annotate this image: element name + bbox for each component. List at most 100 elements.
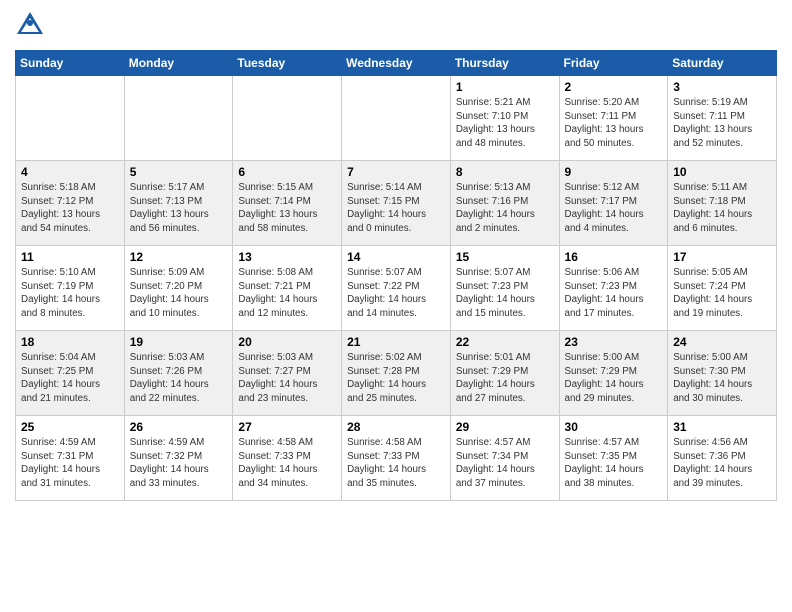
day-info: Sunrise: 4:57 AM Sunset: 7:35 PM Dayligh… xyxy=(565,436,663,491)
weekday-header-monday: Monday xyxy=(124,51,233,76)
calendar-day-4: 4Sunrise: 5:18 AM Sunset: 7:12 PM Daylig… xyxy=(16,161,125,246)
day-info: Sunrise: 5:14 AM Sunset: 7:15 PM Dayligh… xyxy=(347,181,445,236)
day-info: Sunrise: 5:17 AM Sunset: 7:13 PM Dayligh… xyxy=(130,181,228,236)
calendar-day-23: 23 Sunrise: 5:00 AM Sunset: 7:29 PM Dayli… xyxy=(559,331,668,416)
calendar-empty-cell xyxy=(233,76,342,161)
calendar-day-27: 27 Sunrise: 4:58 AM Sunset: 7:33 PM Dayli… xyxy=(233,416,342,501)
day-number: 21 xyxy=(347,335,445,349)
calendar-day-21: 21 Sunrise: 5:02 AM Sunset: 7:28 PM Dayli… xyxy=(342,331,451,416)
day-number: 19 xyxy=(130,335,228,349)
day-number: 15 xyxy=(456,250,554,264)
day-number: 12 xyxy=(130,250,228,264)
day-number: 17 xyxy=(673,250,771,264)
day-number: 9 xyxy=(565,165,663,179)
day-number: 22 xyxy=(456,335,554,349)
day-info: Sunrise: 4:59 AM Sunset: 7:32 PM Dayligh… xyxy=(130,436,228,491)
weekday-header-saturday: Saturday xyxy=(668,51,777,76)
day-number: 2 xyxy=(565,80,663,94)
calendar-table: SundayMondayTuesdayWednesdayThursdayFrid… xyxy=(15,50,777,501)
day-number: 14 xyxy=(347,250,445,264)
day-info: Sunrise: 5:01 AM Sunset: 7:29 PM Dayligh… xyxy=(456,351,554,406)
day-info: Sunrise: 5:10 AM Sunset: 7:19 PM Dayligh… xyxy=(21,266,119,321)
day-number: 18 xyxy=(21,335,119,349)
day-info: Sunrise: 5:07 AM Sunset: 7:22 PM Dayligh… xyxy=(347,266,445,321)
day-number: 8 xyxy=(456,165,554,179)
weekday-header-wednesday: Wednesday xyxy=(342,51,451,76)
day-number: 27 xyxy=(238,420,336,434)
calendar-day-17: 17 Sunrise: 5:05 AM Sunset: 7:24 PM Dayli… xyxy=(668,246,777,331)
day-info: Sunrise: 5:13 AM Sunset: 7:16 PM Dayligh… xyxy=(456,181,554,236)
calendar-day-30: 30 Sunrise: 4:57 AM Sunset: 7:35 PM Dayli… xyxy=(559,416,668,501)
day-info: Sunrise: 5:18 AM Sunset: 7:12 PM Dayligh… xyxy=(21,181,119,236)
calendar-day-28: 28 Sunrise: 4:58 AM Sunset: 7:33 PM Dayli… xyxy=(342,416,451,501)
day-info: Sunrise: 4:58 AM Sunset: 7:33 PM Dayligh… xyxy=(347,436,445,491)
day-info: Sunrise: 4:58 AM Sunset: 7:33 PM Dayligh… xyxy=(238,436,336,491)
day-number: 31 xyxy=(673,420,771,434)
day-info: Sunrise: 5:00 AM Sunset: 7:30 PM Dayligh… xyxy=(673,351,771,406)
day-info: Sunrise: 5:08 AM Sunset: 7:21 PM Dayligh… xyxy=(238,266,336,321)
day-info: Sunrise: 5:02 AM Sunset: 7:28 PM Dayligh… xyxy=(347,351,445,406)
day-info: Sunrise: 5:20 AM Sunset: 7:11 PM Dayligh… xyxy=(565,96,663,151)
calendar-day-20: 20 Sunrise: 5:03 AM Sunset: 7:27 PM Dayli… xyxy=(233,331,342,416)
weekday-header-friday: Friday xyxy=(559,51,668,76)
calendar-day-31: 31 Sunrise: 4:56 AM Sunset: 7:36 PM Dayli… xyxy=(668,416,777,501)
calendar-day-22: 22 Sunrise: 5:01 AM Sunset: 7:29 PM Dayli… xyxy=(450,331,559,416)
day-info: Sunrise: 5:03 AM Sunset: 7:26 PM Dayligh… xyxy=(130,351,228,406)
day-info: Sunrise: 5:21 AM Sunset: 7:10 PM Dayligh… xyxy=(456,96,554,151)
calendar-day-15: 15 Sunrise: 5:07 AM Sunset: 7:23 PM Dayli… xyxy=(450,246,559,331)
calendar-day-9: 9 Sunrise: 5:12 AM Sunset: 7:17 PM Daylig… xyxy=(559,161,668,246)
day-info: Sunrise: 5:07 AM Sunset: 7:23 PM Dayligh… xyxy=(456,266,554,321)
day-number: 24 xyxy=(673,335,771,349)
day-info: Sunrise: 4:57 AM Sunset: 7:34 PM Dayligh… xyxy=(456,436,554,491)
day-info: Sunrise: 5:03 AM Sunset: 7:27 PM Dayligh… xyxy=(238,351,336,406)
day-info: Sunrise: 4:56 AM Sunset: 7:36 PM Dayligh… xyxy=(673,436,771,491)
calendar-week-row: 4Sunrise: 5:18 AM Sunset: 7:12 PM Daylig… xyxy=(16,161,777,246)
weekday-header-thursday: Thursday xyxy=(450,51,559,76)
day-number: 10 xyxy=(673,165,771,179)
calendar-day-11: 11 Sunrise: 5:10 AM Sunset: 7:19 PM Dayli… xyxy=(16,246,125,331)
calendar-day-29: 29 Sunrise: 4:57 AM Sunset: 7:34 PM Dayli… xyxy=(450,416,559,501)
calendar-day-16: 16 Sunrise: 5:06 AM Sunset: 7:23 PM Dayli… xyxy=(559,246,668,331)
day-info: Sunrise: 5:19 AM Sunset: 7:11 PM Dayligh… xyxy=(673,96,771,151)
calendar-day-24: 24 Sunrise: 5:00 AM Sunset: 7:30 PM Dayli… xyxy=(668,331,777,416)
day-info: Sunrise: 5:05 AM Sunset: 7:24 PM Dayligh… xyxy=(673,266,771,321)
calendar-day-14: 14 Sunrise: 5:07 AM Sunset: 7:22 PM Dayli… xyxy=(342,246,451,331)
day-info: Sunrise: 5:12 AM Sunset: 7:17 PM Dayligh… xyxy=(565,181,663,236)
day-number: 20 xyxy=(238,335,336,349)
logo xyxy=(15,10,49,40)
day-number: 28 xyxy=(347,420,445,434)
calendar-day-8: 8 Sunrise: 5:13 AM Sunset: 7:16 PM Daylig… xyxy=(450,161,559,246)
calendar-day-25: 25Sunrise: 4:59 AM Sunset: 7:31 PM Dayli… xyxy=(16,416,125,501)
calendar-week-row: 11 Sunrise: 5:10 AM Sunset: 7:19 PM Dayli… xyxy=(16,246,777,331)
day-number: 1 xyxy=(456,80,554,94)
day-number: 29 xyxy=(456,420,554,434)
calendar-day-26: 26 Sunrise: 4:59 AM Sunset: 7:32 PM Dayli… xyxy=(124,416,233,501)
day-number: 13 xyxy=(238,250,336,264)
day-number: 26 xyxy=(130,420,228,434)
day-info: Sunrise: 5:15 AM Sunset: 7:14 PM Dayligh… xyxy=(238,181,336,236)
weekday-header-row: SundayMondayTuesdayWednesdayThursdayFrid… xyxy=(16,51,777,76)
day-number: 6 xyxy=(238,165,336,179)
logo-icon xyxy=(15,10,45,40)
day-number: 30 xyxy=(565,420,663,434)
weekday-header-tuesday: Tuesday xyxy=(233,51,342,76)
day-number: 7 xyxy=(347,165,445,179)
calendar-day-10: 10Sunrise: 5:11 AM Sunset: 7:18 PM Dayli… xyxy=(668,161,777,246)
calendar-empty-cell xyxy=(342,76,451,161)
calendar-day-6: 6 Sunrise: 5:15 AM Sunset: 7:14 PM Daylig… xyxy=(233,161,342,246)
day-number: 11 xyxy=(21,250,119,264)
day-number: 3 xyxy=(673,80,771,94)
day-info: Sunrise: 4:59 AM Sunset: 7:31 PM Dayligh… xyxy=(21,436,119,491)
day-number: 16 xyxy=(565,250,663,264)
day-info: Sunrise: 5:00 AM Sunset: 7:29 PM Dayligh… xyxy=(565,351,663,406)
weekday-header-sunday: Sunday xyxy=(16,51,125,76)
page-header xyxy=(15,10,777,40)
calendar-week-row: 25Sunrise: 4:59 AM Sunset: 7:31 PM Dayli… xyxy=(16,416,777,501)
calendar-week-row: 18Sunrise: 5:04 AM Sunset: 7:25 PM Dayli… xyxy=(16,331,777,416)
day-info: Sunrise: 5:06 AM Sunset: 7:23 PM Dayligh… xyxy=(565,266,663,321)
calendar-day-1: 1 Sunrise: 5:21 AM Sunset: 7:10 PM Daylig… xyxy=(450,76,559,161)
calendar-empty-cell xyxy=(16,76,125,161)
day-info: Sunrise: 5:09 AM Sunset: 7:20 PM Dayligh… xyxy=(130,266,228,321)
calendar-day-12: 12 Sunrise: 5:09 AM Sunset: 7:20 PM Dayli… xyxy=(124,246,233,331)
day-number: 23 xyxy=(565,335,663,349)
